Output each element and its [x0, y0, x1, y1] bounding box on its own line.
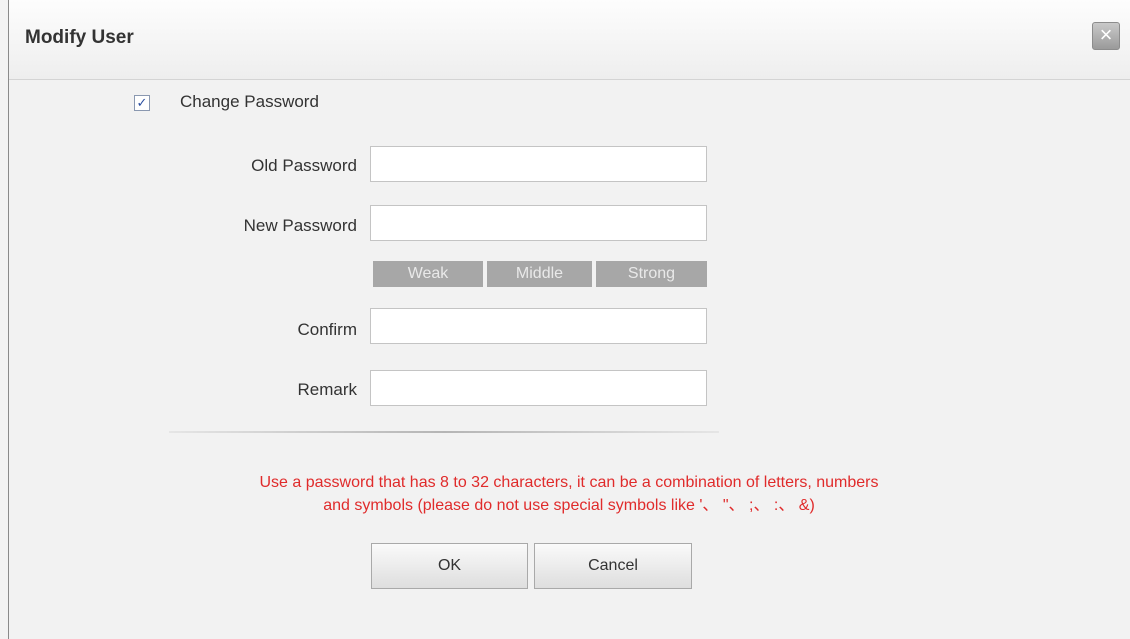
- confirm-label: Confirm: [297, 320, 357, 339]
- dialog-titlebar: Modify User ×: [9, 0, 1130, 80]
- remark-label: Remark: [297, 380, 357, 399]
- ok-button[interactable]: OK: [371, 543, 528, 589]
- strength-middle-indicator: Middle: [487, 261, 592, 287]
- divider: [169, 431, 719, 433]
- password-hint-line-1: Use a password that has 8 to 32 characte…: [259, 474, 879, 491]
- dialog-title: Modify User: [25, 27, 134, 48]
- new-password-field[interactable]: [370, 205, 707, 241]
- close-icon[interactable]: ×: [1092, 22, 1120, 50]
- remark-field[interactable]: [370, 370, 707, 406]
- old-password-label: Old Password: [251, 156, 357, 175]
- change-password-checkbox[interactable]: ✓: [134, 95, 150, 111]
- strength-weak-indicator: Weak: [373, 261, 483, 287]
- modify-user-dialog: Modify User × ✓ Change Password Old Pass…: [8, 0, 1130, 639]
- confirm-password-field[interactable]: [370, 308, 707, 344]
- cancel-button[interactable]: Cancel: [534, 543, 692, 589]
- strength-strong-indicator: Strong: [596, 261, 707, 287]
- change-password-label[interactable]: Change Password: [180, 92, 319, 112]
- new-password-label: New Password: [243, 216, 357, 235]
- password-hint: Use a password that has 8 to 32 characte…: [129, 471, 1009, 517]
- old-password-field[interactable]: [370, 146, 707, 182]
- password-hint-line-2: and symbols (please do not use special s…: [323, 497, 815, 514]
